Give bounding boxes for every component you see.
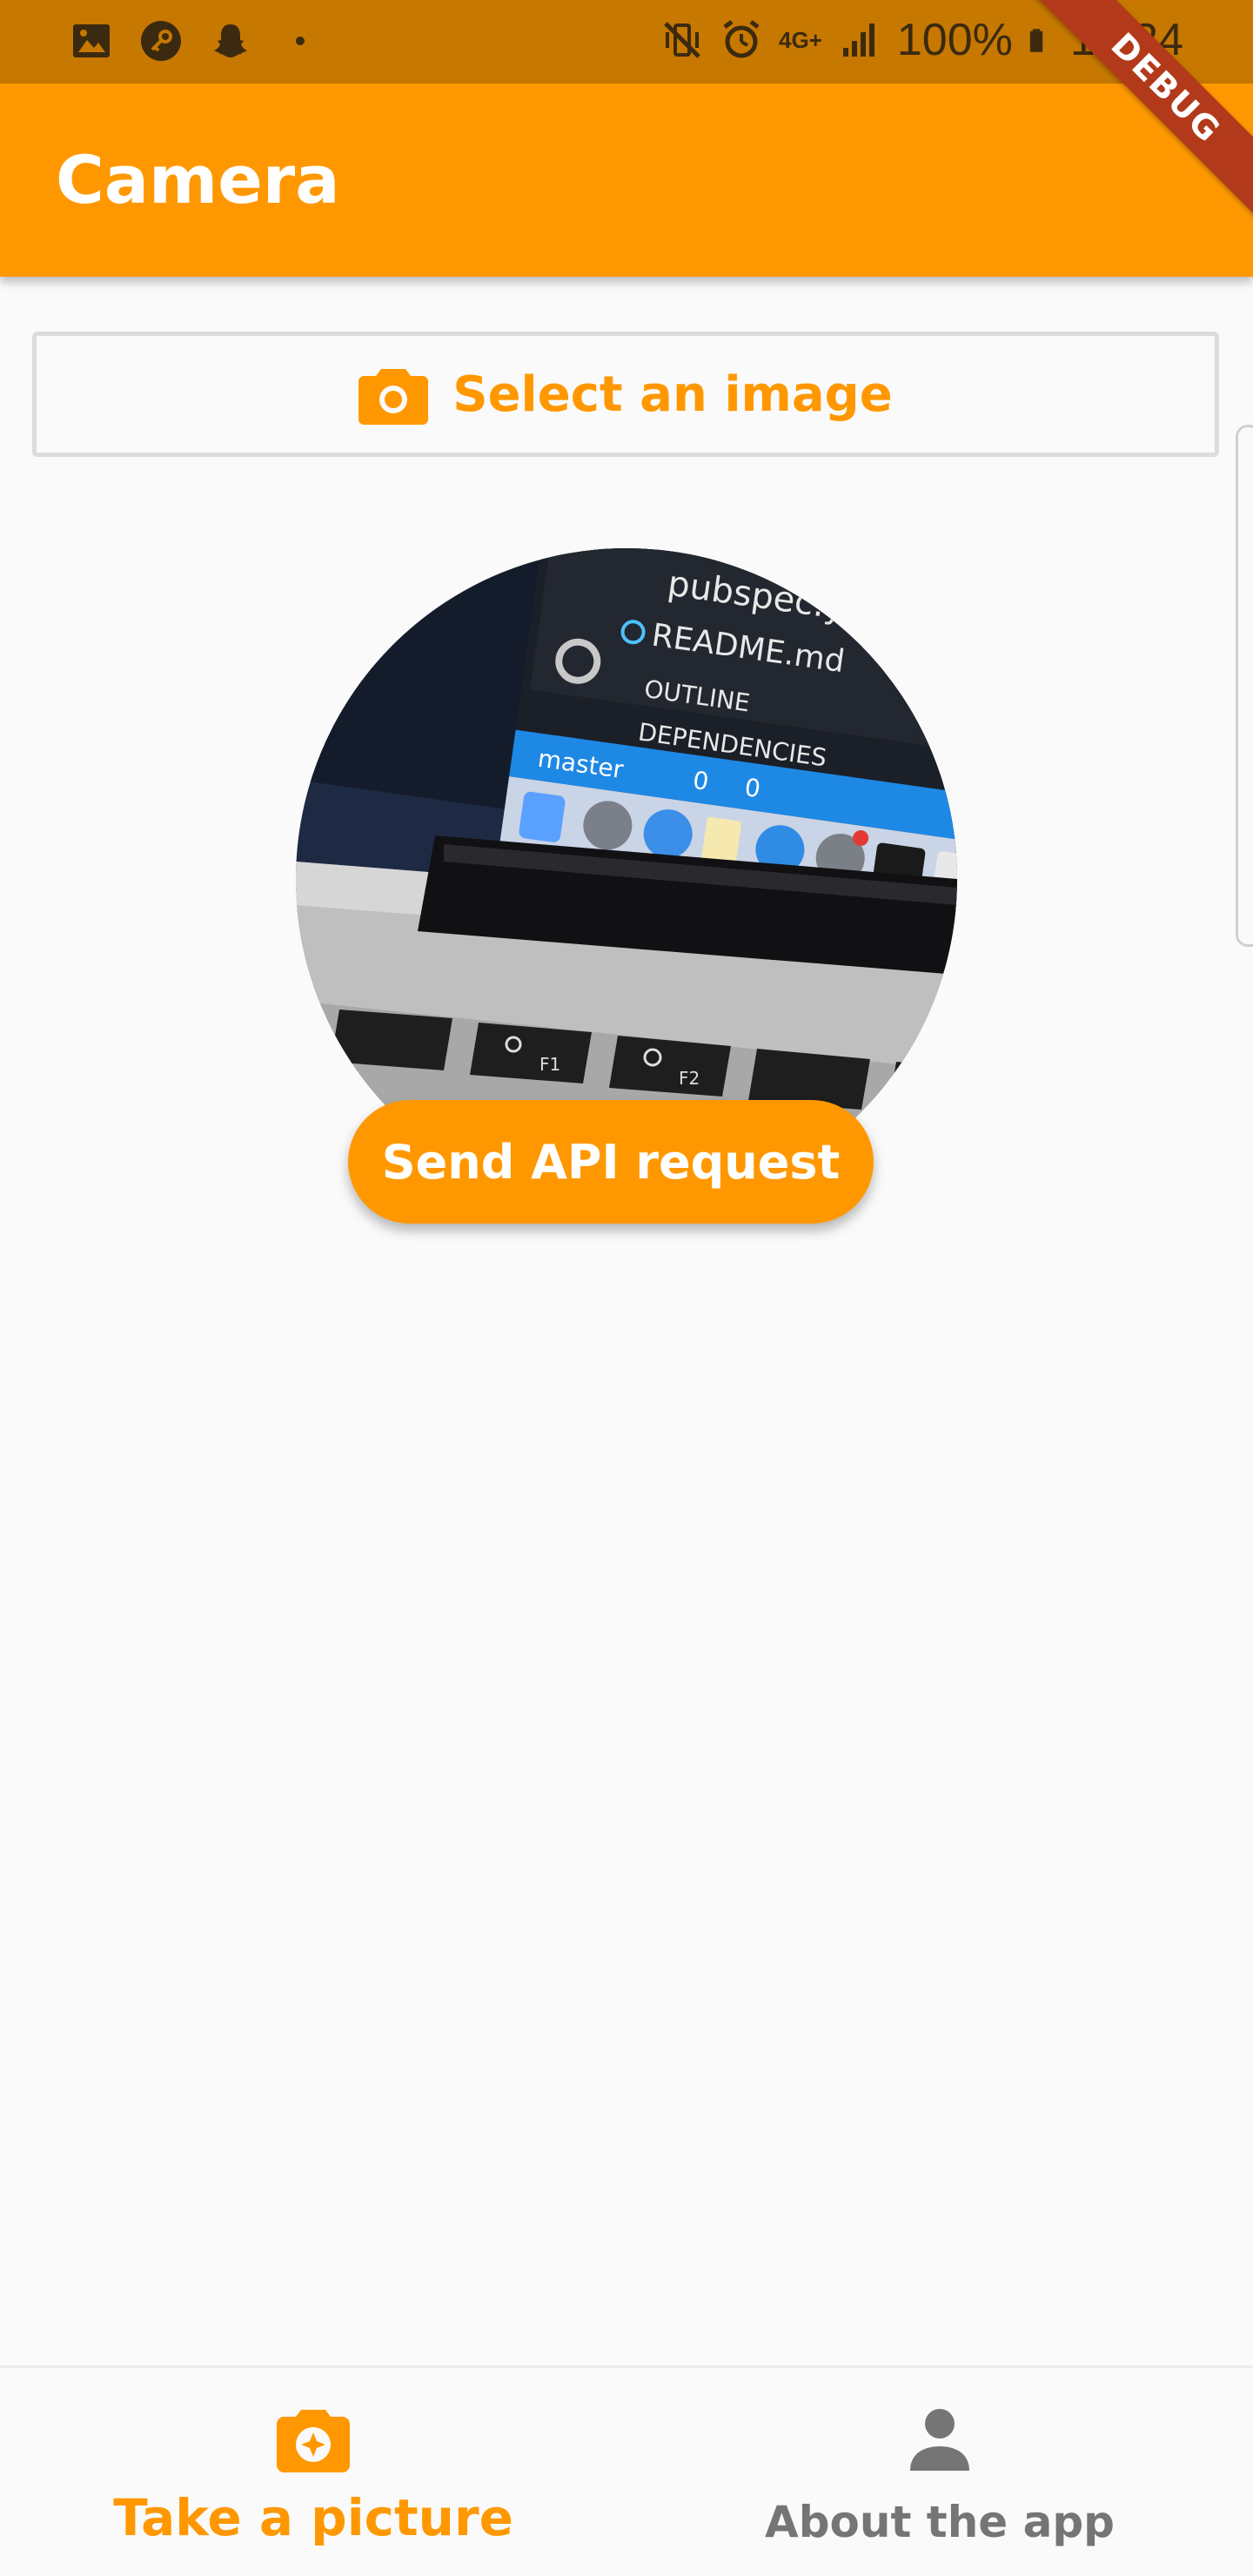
camera-enhance-icon (277, 2410, 350, 2472)
network-4g-icon: 4G+ (778, 26, 822, 53)
battery-icon (1029, 29, 1043, 52)
image-icon (73, 24, 110, 57)
camera-icon (358, 369, 429, 425)
select-image-button[interactable]: Select an image (32, 332, 1219, 457)
select-image-label: Select an image (452, 366, 893, 423)
bottom-navigation: Take a picture About the app (0, 2365, 1253, 2576)
photo-key-f2: F2 (679, 1068, 700, 1089)
dot-icon (296, 37, 305, 45)
vibrate-mute-icon (664, 22, 700, 58)
nav-take-picture[interactable]: Take a picture (104, 2368, 522, 2576)
key-icon (141, 21, 181, 61)
page-title: Camera (56, 141, 340, 218)
photo-key-f1: F1 (539, 1054, 560, 1075)
signal-icon (842, 23, 874, 57)
nav-about-app-label: About the app (765, 2497, 1115, 2547)
battery-percent: 100% (896, 15, 1013, 65)
nav-about-app[interactable]: About the app (731, 2368, 1149, 2576)
send-api-request-button[interactable]: Send API request (348, 1100, 874, 1224)
alarm-icon (723, 20, 760, 58)
app-bar: Camera (0, 84, 1253, 277)
snapchat-icon (214, 24, 247, 57)
person-icon (910, 2409, 969, 2471)
screen: 4G+ 100% 12:24 Camera DEBUG Select a (0, 0, 1253, 2576)
nav-take-picture-label: Take a picture (113, 2488, 513, 2547)
scrollbar[interactable] (1236, 425, 1253, 947)
send-api-request-label: Send API request (381, 1134, 841, 1190)
